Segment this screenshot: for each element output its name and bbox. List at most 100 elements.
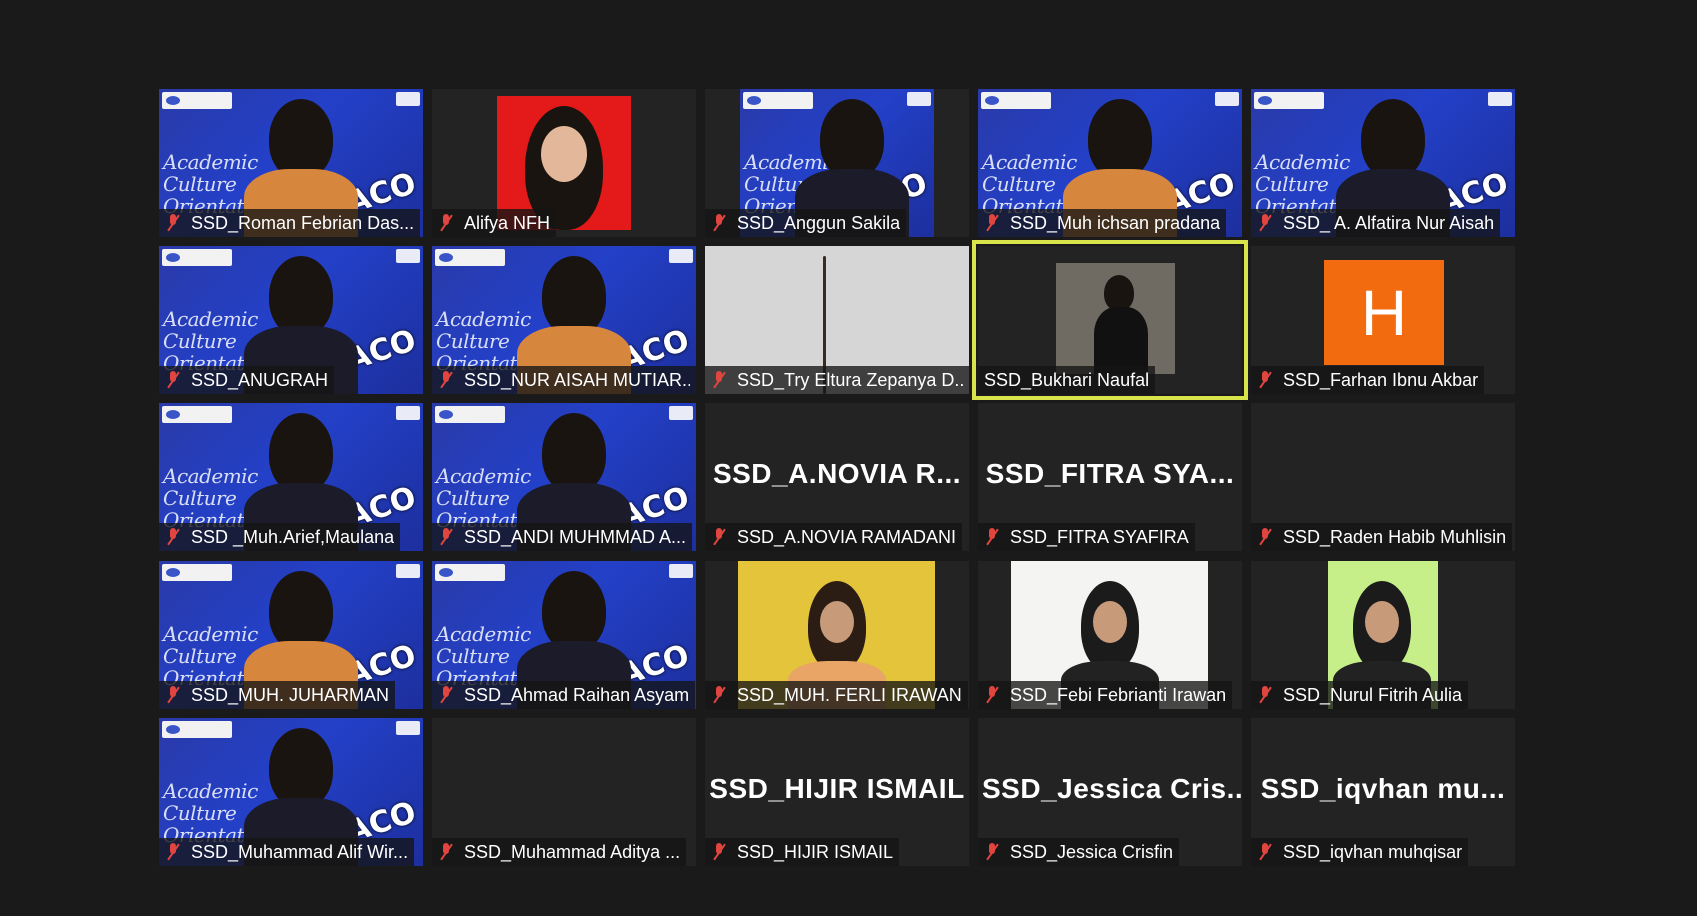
mic-muted-icon	[438, 370, 454, 390]
mic-muted-icon	[438, 527, 454, 547]
participant-tile[interactable]: H SSD_Farhan Ibnu Akbar	[1251, 246, 1515, 394]
participant-name-label: SSD_ANDI MUHMMAD A...	[432, 523, 693, 551]
participant-silhouette	[542, 413, 606, 493]
participant-tile[interactable]: Academic Culture Orientation ACO SSD_Muham…	[159, 718, 423, 866]
sponsor-logo	[396, 721, 420, 735]
participant-name-label: SSD_ A. Alfatira Nur Aisah	[1251, 209, 1501, 237]
participant-display-name: SSD_A.NOVIA R...	[712, 458, 962, 489]
avatar: H	[1324, 260, 1444, 365]
participant-face	[541, 126, 587, 182]
participant-tile[interactable]: SSD_Jessica Cris... SSD_Jessica Crisfin	[978, 718, 1242, 866]
participant-tile[interactable]: SSD_Bukhari Naufal	[972, 240, 1248, 400]
participant-name-label: SSD_FITRA SYAFIRA	[978, 523, 1195, 551]
mic-muted-icon	[711, 685, 727, 705]
sponsor-logo	[669, 249, 693, 263]
participant-name-label: SSD_A.NOVIA RAMADANI	[705, 523, 963, 551]
participant-tile[interactable]: SSD_Raden Habib Muhlisin	[1251, 403, 1515, 551]
participant-name: SSD_Raden Habib Muhlisin	[1283, 526, 1507, 547]
participant-tile[interactable]: SSD_A.NOVIA R... SSD_A.NOVIA RAMADANI	[705, 403, 969, 551]
sponsor-logo	[669, 564, 693, 578]
participant-name-label: SSD_Farhan Ibnu Akbar	[1251, 366, 1485, 394]
participant-face	[820, 601, 854, 643]
participant-tile[interactable]: Academic Culture Orientation ACO SSD_Ahmad…	[432, 561, 696, 709]
event-banner-logo	[435, 249, 505, 266]
sponsor-logo	[907, 92, 931, 106]
participant-silhouette	[269, 571, 333, 651]
event-banner-logo	[981, 92, 1051, 109]
mic-muted-icon	[1257, 685, 1273, 705]
participant-name-label: SSD_Jessica Crisfin	[978, 838, 1180, 866]
participant-name-label: SSD_Anggun Sakila	[705, 209, 907, 237]
participant-name-label: Alifya NFH	[432, 209, 557, 237]
participant-tile[interactable]: SSD_Try Eltura Zepanya D...	[705, 246, 969, 394]
mic-muted-icon	[711, 213, 727, 233]
participant-display-name: SSD_Jessica Cris...	[982, 773, 1242, 804]
mic-muted-icon	[165, 213, 181, 233]
participant-name: SSD_HIJIR ISMAIL	[737, 841, 894, 862]
event-banner-logo	[1254, 92, 1324, 109]
participant-name-label: SSD_Try Eltura Zepanya D...	[705, 366, 969, 394]
participant-tile[interactable]: Academic Culture Orientation ACO SSD_MUH. …	[159, 561, 423, 709]
event-banner-logo	[743, 92, 813, 109]
participant-tile[interactable]: SSD_Muhammad Aditya ...	[432, 718, 696, 866]
participant-display-name: SSD_iqvhan mu...	[1260, 773, 1506, 804]
event-banner-logo	[162, 564, 232, 581]
participant-face	[1093, 601, 1127, 643]
participant-silhouette	[269, 256, 333, 336]
participant-tile[interactable]: Academic Culture Orientation ACO SSD_Muh i…	[978, 89, 1242, 237]
participant-silhouette	[269, 99, 333, 179]
mic-muted-icon	[984, 527, 1000, 547]
participant-tile[interactable]: Academic Culture Orientation ACO SSD_NUR A…	[432, 246, 696, 394]
participant-name: SSD_Ahmad Raihan Asyam	[464, 684, 690, 705]
video-feed	[1056, 263, 1175, 374]
participant-name-label: SSD_Ahmad Raihan Asyam	[432, 681, 696, 709]
mic-muted-icon	[711, 370, 727, 390]
participant-name-label: SSD_MUH. FERLI IRAWAN	[705, 681, 968, 709]
participant-name-label: SSD_HIJIR ISMAIL	[705, 838, 900, 866]
participant-name: SSD_NUR AISAH MUTIAR...	[464, 369, 690, 390]
participant-name: SSD_MUH. FERLI IRAWAN	[737, 684, 962, 705]
participant-tile[interactable]: SSD_Febi Febrianti Irawan	[978, 561, 1242, 709]
sponsor-logo	[396, 249, 420, 263]
participant-tile[interactable]: Academic Culture OrientationACOSSD_Anggu…	[705, 89, 969, 237]
participant-name-label: SSD_ANUGRAH	[159, 366, 335, 394]
participant-tile[interactable]: Academic Culture Orientation ACO SSD_ANDI …	[432, 403, 696, 551]
participant-tile[interactable]: SSD_HIJIR ISMAIL SSD_HIJIR ISMAIL	[705, 718, 969, 866]
sponsor-logo	[396, 564, 420, 578]
sponsor-logo	[396, 92, 420, 106]
participant-tile[interactable]: SSD_MUH. FERLI IRAWAN	[705, 561, 969, 709]
mic-muted-icon	[1257, 842, 1273, 862]
participant-name: SSD_Jessica Crisfin	[1010, 841, 1174, 862]
participant-face	[1365, 601, 1399, 643]
participant-name-label: SSD_Raden Habib Muhlisin	[1251, 523, 1513, 551]
participant-display-name: SSD_FITRA SYA...	[985, 458, 1235, 489]
participant-name-label: SSD _Muh.Arief,Maulana	[159, 523, 401, 551]
participant-tile[interactable]: Academic Culture Orientation ACO SSD_Roman…	[159, 89, 423, 237]
sponsor-logo	[1215, 92, 1239, 106]
mic-muted-icon	[711, 842, 727, 862]
participant-silhouette	[1104, 275, 1134, 311]
participant-name: SSD_Try Eltura Zepanya D...	[737, 369, 963, 390]
mic-muted-icon	[438, 685, 454, 705]
participant-tile[interactable]: Academic Culture Orientation ACO SSD _Muh.…	[159, 403, 423, 551]
participant-silhouette	[269, 413, 333, 493]
participant-tile[interactable]: Academic Culture Orientation ACO SSD_ANUGR…	[159, 246, 423, 394]
participant-tile[interactable]: SSD_Nurul Fitrih Aulia	[1251, 561, 1515, 709]
participant-silhouette	[269, 728, 333, 808]
participant-name: SSD_MUH. JUHARMAN	[191, 684, 390, 705]
participant-tile[interactable]: SSD_iqvhan mu... SSD_iqvhan muhqisar	[1251, 718, 1515, 866]
event-banner-logo	[162, 721, 232, 738]
mic-muted-icon	[438, 842, 454, 862]
participant-name-label: SSD_Bukhari Naufal	[978, 366, 1156, 394]
participant-name: SSD_Muh ichsan pradana	[1010, 212, 1221, 233]
participant-tile[interactable]: SSD_FITRA SYA... SSD_FITRA SYAFIRA	[978, 403, 1242, 551]
participant-name: SSD_ A. Alfatira Nur Aisah	[1283, 212, 1495, 233]
participant-silhouette	[542, 571, 606, 651]
mic-muted-icon	[984, 213, 1000, 233]
participant-tile[interactable]: Alifya NFH	[432, 89, 696, 237]
participant-name-label: SSD_Roman Febrian Das...	[159, 209, 421, 237]
event-banner-logo	[435, 406, 505, 423]
participant-name: SSD_A.NOVIA RAMADANI	[737, 526, 957, 547]
participant-tile[interactable]: Academic Culture Orientation ACO SSD_ A. A…	[1251, 89, 1515, 237]
event-banner-logo	[162, 92, 232, 109]
